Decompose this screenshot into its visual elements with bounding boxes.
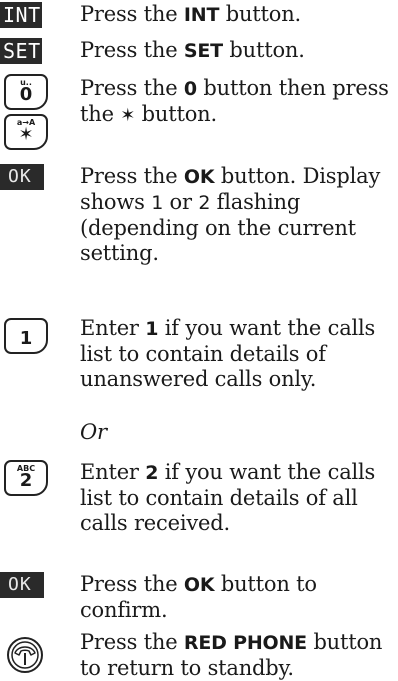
step-ok-display: Press the OK button. Display shows 1 or … bbox=[80, 164, 381, 265]
one-key-icon: 1 bbox=[4, 318, 48, 354]
two-key-icon: ABC 2 bbox=[4, 460, 48, 496]
ok-key-display-confirm: OK bbox=[0, 572, 44, 598]
red-phone-icon bbox=[7, 637, 43, 673]
set-key-display: SET bbox=[0, 38, 42, 64]
int-key-display: INT bbox=[0, 2, 42, 28]
step-red-phone: Press the RED PHONE button to return to … bbox=[80, 630, 383, 680]
star-key-icon: a→A ✶ bbox=[4, 114, 48, 150]
step-set: Press the SET button. bbox=[80, 38, 305, 62]
step-enter-2: Enter 2 if you want the calls list to co… bbox=[80, 460, 376, 535]
step-enter-1: Enter 1 if you want the calls list to co… bbox=[80, 316, 376, 391]
star-symbol-icon: ✶ bbox=[120, 105, 136, 126]
ok-key-display: OK bbox=[0, 164, 44, 190]
zero-key-icon: u.. 0 bbox=[4, 74, 48, 110]
step-int: Press the INT button. bbox=[80, 2, 302, 26]
step-ok-confirm: Press the OK button to confirm. bbox=[80, 572, 317, 622]
step-zero-star: Press the 0 button then press the ✶ butt… bbox=[80, 76, 389, 126]
or-text: Or bbox=[80, 420, 107, 444]
